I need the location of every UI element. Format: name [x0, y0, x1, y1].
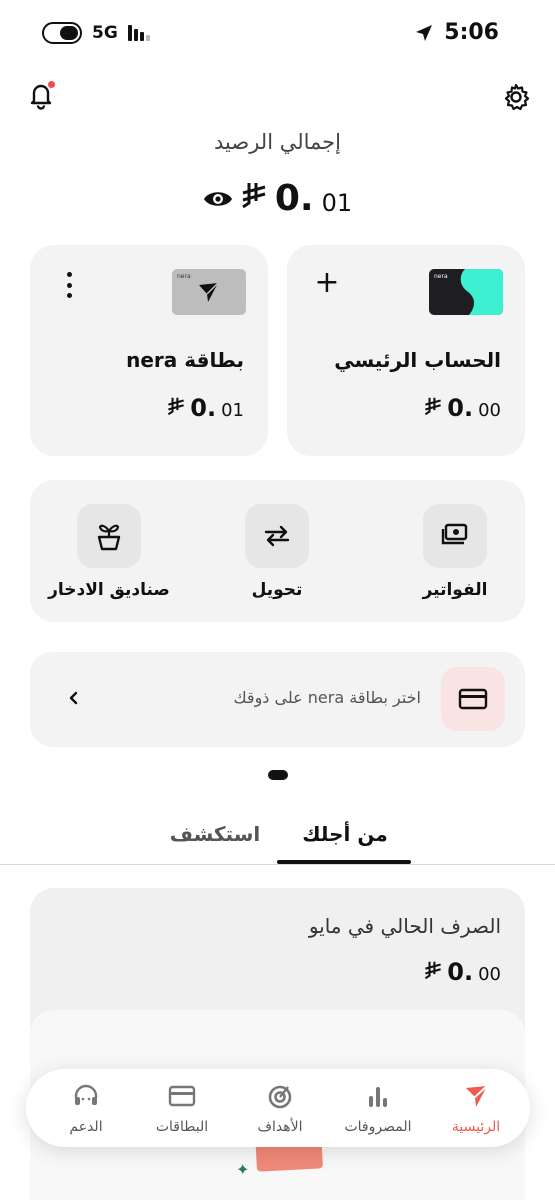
main-account-amount: 0. 00 — [424, 394, 501, 422]
nav-cards-label: البطاقات — [155, 1119, 209, 1135]
savings-plant-icon — [77, 504, 141, 568]
nav-support[interactable]: الدعم — [40, 1083, 132, 1135]
bottom-navigation: الرئيسية المصروفات الأهداف البطاقات الدع… — [26, 1069, 530, 1147]
target-icon — [268, 1085, 292, 1109]
nav-goals[interactable]: الأهداف — [234, 1083, 326, 1135]
transfer-icon — [245, 504, 309, 568]
headset-icon — [74, 1084, 98, 1105]
riyal-icon — [425, 961, 442, 980]
tab-for-you[interactable]: من أجلك — [279, 822, 411, 846]
riyal-icon — [242, 183, 266, 209]
currency-symbol — [167, 396, 185, 421]
spend-amount-major: 0. — [447, 958, 474, 986]
bills-label: الفواتير — [422, 580, 488, 600]
nera-card-image: nera — [172, 269, 246, 315]
savings-label: صناديق الادخار — [48, 580, 170, 600]
status-left: 5G — [42, 22, 150, 44]
main-account-amount-major: 0. — [447, 394, 474, 422]
current-spend-amount: 0. 00 — [424, 958, 501, 986]
savings-action[interactable]: صناديق الادخار — [39, 504, 179, 600]
nav-spending-label: المصروفات — [344, 1119, 412, 1135]
choose-card-text: اختر بطاقة nera على ذوقك — [233, 688, 421, 707]
nav-home[interactable]: الرئيسية — [430, 1083, 522, 1135]
card-icon — [441, 667, 505, 731]
transfer-label: تحويل — [251, 580, 303, 600]
currency-symbol — [424, 396, 442, 421]
notification-badge — [47, 80, 56, 89]
signal-icon — [127, 25, 150, 41]
currency-symbol — [424, 960, 442, 985]
spend-amount-minor: 00 — [478, 964, 501, 985]
add-account-button[interactable]: + — [312, 268, 342, 298]
notifications-button[interactable] — [26, 80, 56, 110]
eye-icon[interactable] — [203, 188, 233, 210]
nav-support-label: الدعم — [69, 1119, 103, 1135]
transfer-action[interactable]: تحويل — [207, 504, 347, 600]
balance-amount-minor: 01 — [321, 188, 353, 217]
nera-card-title: بطاقة nera — [126, 348, 244, 372]
card-icon — [168, 1085, 196, 1107]
nera-card-art: nera — [177, 273, 219, 302]
status-bar: 5G 5:06 — [0, 0, 555, 68]
total-balance: 0. 01 — [0, 178, 555, 219]
riyal-icon — [425, 397, 442, 416]
svg-text:nera: nera — [434, 273, 448, 280]
balance-amount-major: 0. — [274, 178, 314, 219]
sparkle-icon: ✦ — [236, 1160, 250, 1179]
nav-goals-label: الأهداف — [257, 1119, 303, 1135]
bar-chart-icon — [369, 1087, 387, 1107]
settings-button[interactable] — [501, 82, 531, 112]
svg-text:nera: nera — [177, 273, 191, 280]
quick-actions-panel: الفواتير تحويل صناديق الادخار — [30, 480, 525, 622]
nav-cards[interactable]: البطاقات — [136, 1083, 228, 1135]
riyal-icon — [168, 397, 185, 416]
network-label: 5G — [92, 23, 118, 43]
tab-explore[interactable]: استكشف — [160, 822, 270, 846]
home-arrow-icon — [466, 1085, 488, 1107]
nav-home-label: الرئيسية — [451, 1119, 501, 1135]
page-indicator — [268, 770, 288, 780]
status-right: 5:06 — [414, 20, 499, 45]
main-account-amount-minor: 00 — [478, 400, 501, 421]
battery-icon — [42, 22, 82, 44]
current-spend-title: الصرف الحالي في مايو — [308, 914, 501, 938]
choose-card-banner[interactable]: اختر بطاقة nera على ذوقك — [30, 652, 525, 747]
nera-card-amount-major: 0. — [190, 394, 217, 422]
gear-icon — [504, 83, 530, 111]
nav-spending[interactable]: المصروفات — [332, 1083, 424, 1135]
bills-action[interactable]: الفواتير — [385, 504, 525, 600]
location-arrow-icon — [416, 24, 433, 41]
bills-icon — [423, 504, 487, 568]
currency-symbol — [241, 181, 267, 216]
more-options-button[interactable] — [62, 272, 76, 298]
nera-card-amount: 0. 01 — [167, 394, 244, 422]
main-account-card-image: nera — [429, 269, 503, 315]
tab-divider — [0, 864, 555, 865]
clock: 5:06 — [444, 20, 499, 45]
main-account-title: الحساب الرئيسي — [334, 348, 501, 372]
nera-card-art: nera — [434, 269, 503, 315]
chevron-left-icon — [69, 691, 78, 705]
total-balance-title: إجمالي الرصيد — [214, 130, 341, 154]
nera-card-amount-minor: 01 — [221, 400, 244, 421]
